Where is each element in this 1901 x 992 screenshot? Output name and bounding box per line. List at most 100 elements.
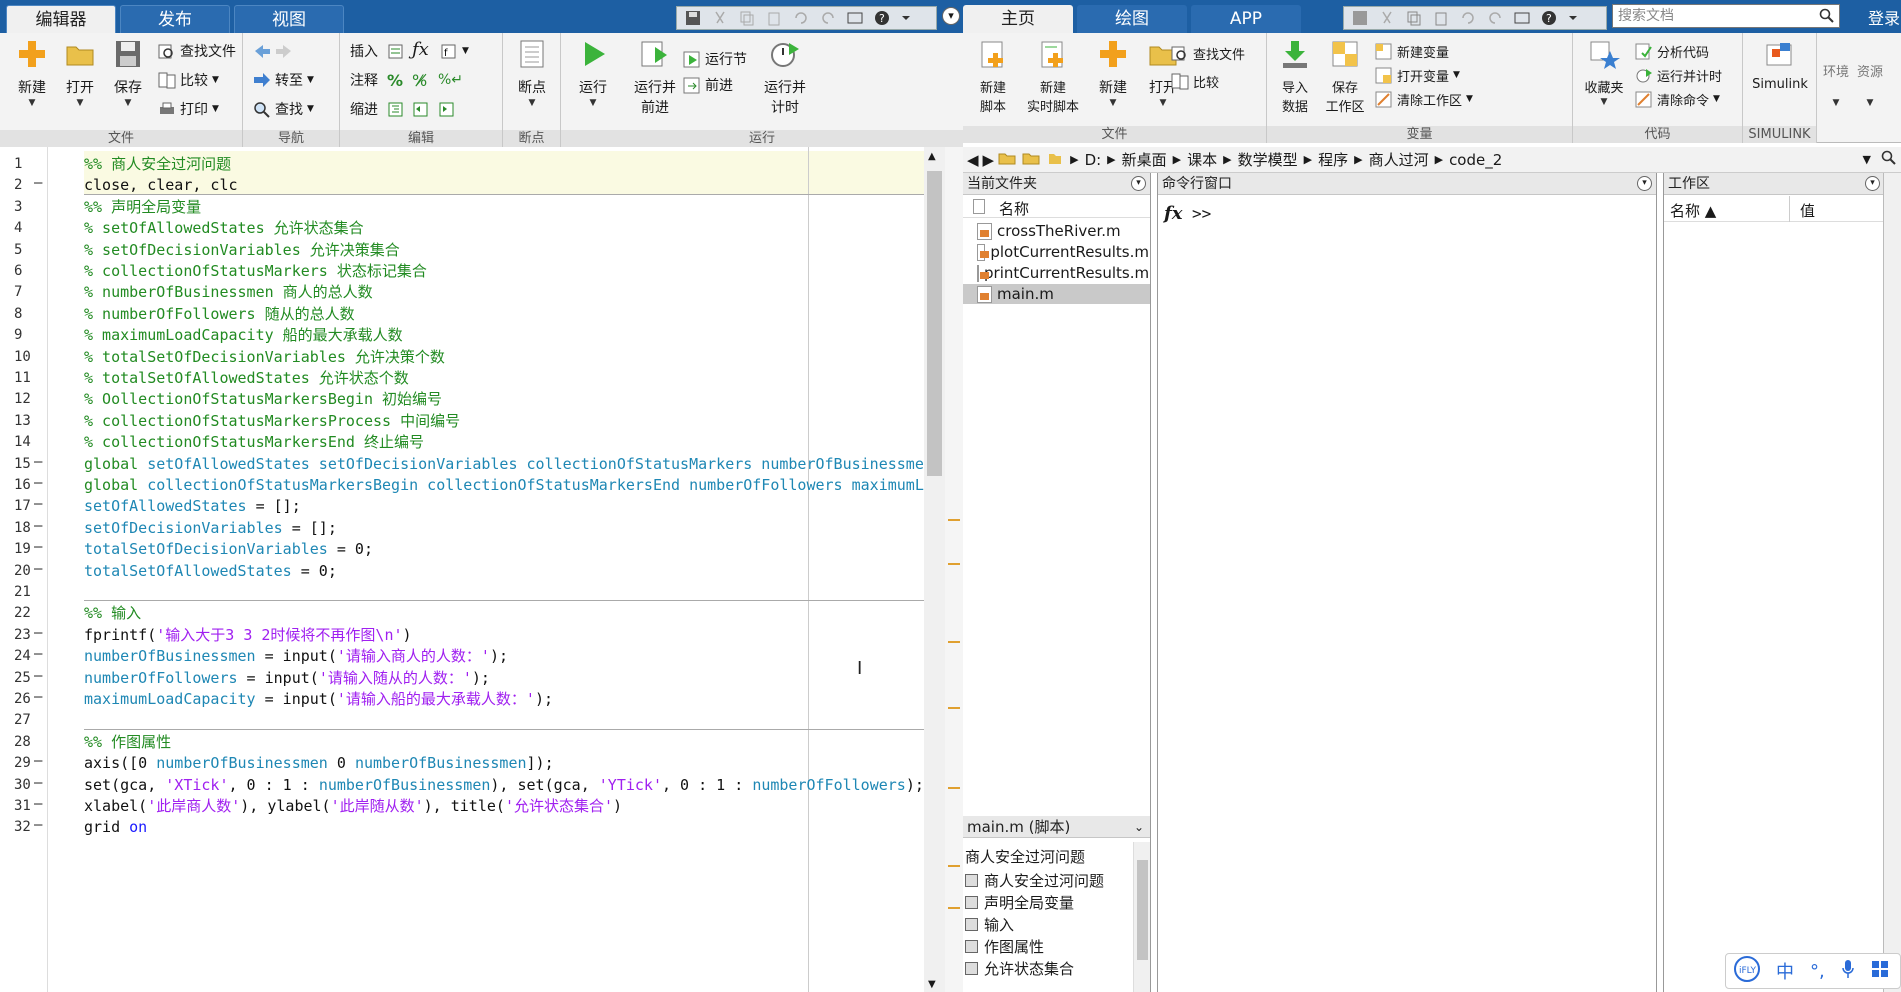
clear-commands-button[interactable]: 清除命令 ▼ [1635, 87, 1720, 111]
executable-line-marker[interactable]: — [34, 689, 42, 705]
tab-home[interactable]: 主页 [963, 5, 1073, 33]
insert-section-icon[interactable] [387, 39, 405, 63]
breadcrumb-item[interactable]: 新桌面 [1122, 149, 1167, 170]
section-item[interactable]: 作图属性 [965, 936, 1044, 957]
cut-icon[interactable] [712, 10, 730, 26]
warning-marker[interactable] [948, 563, 960, 565]
code-editor[interactable]: 1 2—3 4 5 6 7 8 9 10 11 12 13 14 15—16—17—18—19—20—21… [0, 147, 963, 992]
chevron-down-icon[interactable]: ▼ [104, 98, 152, 108]
forward-arrow-icon[interactable]: ▶ [983, 151, 995, 169]
executable-line-marker[interactable]: — [34, 775, 42, 791]
code-line[interactable]: totalSetOfAllowedStates = 0; [84, 558, 337, 584]
code-area[interactable]: %% 商人安全过河问题 close, clear, clc %% 声明全局变量 % s… [48, 147, 924, 992]
executable-line-marker[interactable]: — [34, 454, 42, 470]
line-number-gutter[interactable]: 1 2—3 4 5 6 7 8 9 10 11 12 13 14 15—16—17—18—19—20—21… [0, 147, 48, 992]
column-divider[interactable] [1789, 196, 1790, 222]
command-prompt[interactable]: >> [1192, 204, 1211, 223]
save-button[interactable]: 保存 ▼ [104, 39, 152, 108]
copy-icon[interactable] [739, 10, 757, 26]
home-new-button[interactable]: 新建 ▼ [1089, 39, 1137, 108]
smart-indent-icon[interactable] [387, 97, 405, 121]
chevron-down-icon[interactable]: ▼ [8, 98, 56, 108]
help-icon[interactable]: ? [1541, 10, 1559, 26]
new-live-script-button[interactable]: 新建 实时脚本 [1021, 39, 1085, 115]
simulink-button[interactable]: Simulink [1747, 39, 1813, 92]
chevron-down-icon[interactable]: ▼ [569, 98, 617, 108]
code-line[interactable]: maximumLoadCapacity = input('请输入船的最大承载人数… [84, 686, 553, 712]
workspace-value-column[interactable]: 值 [1800, 200, 1815, 221]
cut-icon[interactable] [1379, 10, 1397, 26]
executable-line-marker[interactable]: — [34, 561, 42, 577]
resources-button[interactable]: 资源 ▼ [1855, 61, 1885, 108]
chevron-down-icon[interactable]: ▼ [1575, 97, 1633, 107]
chevron-down-icon[interactable]: ▼ [212, 104, 219, 114]
home-compare-button[interactable]: 比较 [1171, 69, 1219, 93]
command-window-panel[interactable]: 命令行窗口 ▾ fx >> [1157, 173, 1657, 992]
back-forward-buttons[interactable] [253, 39, 293, 63]
breadcrumb-item[interactable]: 商人过河 [1369, 149, 1429, 170]
scroll-down-icon[interactable]: ▼ [928, 979, 936, 990]
back-arrow-icon[interactable] [253, 43, 271, 60]
new-variable-button[interactable]: 新建变量 [1375, 39, 1449, 63]
workspace-table-header[interactable]: 名称 ▲ 值 [1664, 196, 1884, 222]
import-data-button[interactable]: 导入 数据 [1271, 39, 1319, 115]
chevron-down-icon[interactable]: ▼ [56, 98, 104, 108]
save-icon[interactable] [685, 10, 703, 26]
file-item[interactable]: crossTheRiver.m [977, 221, 1149, 241]
login-link[interactable]: 登录 [1868, 5, 1900, 29]
new-button[interactable]: 新建 ▼ [8, 39, 56, 108]
workspace-name-column[interactable]: 名称 ▲ [1670, 200, 1716, 221]
favorites-button[interactable]: 收藏夹 ▼ [1575, 39, 1633, 107]
line-number[interactable]: 32— [0, 814, 48, 840]
find-button[interactable]: 查找 ▼ [253, 97, 314, 121]
undo-icon[interactable] [793, 10, 811, 26]
editor-vertical-scrollbar[interactable]: ▲ ▼ [924, 147, 945, 992]
home-run-time-button[interactable]: 运行并计时 [1635, 63, 1722, 87]
save-workspace-button[interactable]: 保存 工作区 [1321, 39, 1369, 115]
paste-icon[interactable] [1433, 10, 1451, 26]
scrollbar-thumb[interactable] [1137, 860, 1148, 960]
uncomment-icon[interactable]: %̸ [412, 68, 427, 92]
file-item[interactable]: printCurrentResults.m [977, 263, 1149, 283]
breakpoints-button[interactable]: 断点 ▼ [508, 39, 556, 108]
chevron-down-icon[interactable]: ▼ [1466, 94, 1473, 104]
search-icon[interactable] [1819, 8, 1835, 24]
section-item[interactable]: 允许状态集合 [965, 958, 1074, 979]
code-line[interactable]: xlabel('此岸商人数'), ylabel('此岸随从数'), title(… [84, 793, 622, 819]
ime-menu-icon[interactable] [1871, 960, 1889, 983]
executable-line-marker[interactable]: — [34, 753, 42, 769]
up-folder-icon[interactable] [998, 151, 1016, 169]
advance-button[interactable]: 前进 [683, 73, 733, 97]
chevron-down-icon[interactable]: ⌄ [1134, 816, 1144, 838]
tab-publish[interactable]: 发布 [120, 5, 230, 33]
chevron-down-icon[interactable]: ▼ [307, 104, 314, 114]
chevron-down-icon[interactable]: ▼ [1855, 98, 1885, 108]
breadcrumb-item[interactable]: 程序 [1318, 149, 1348, 170]
increase-indent-icon[interactable] [412, 97, 430, 121]
insert-function-icon[interactable]: f ▼ [440, 39, 469, 63]
file-list-header[interactable]: 名称 [963, 196, 1150, 218]
clear-workspace-button[interactable]: 清除工作区 ▼ [1375, 87, 1473, 111]
run-and-time-button[interactable]: 运行并 计时 [757, 39, 813, 117]
warning-marker[interactable] [948, 641, 960, 643]
executable-line-marker[interactable]: — [34, 796, 42, 812]
warning-marker[interactable] [948, 519, 960, 521]
switch-windows-icon[interactable] [1514, 10, 1532, 26]
redo-icon[interactable] [820, 10, 838, 26]
executable-line-marker[interactable]: — [34, 518, 42, 534]
chevron-down-icon[interactable]: ▼ [307, 75, 314, 85]
file-item[interactable]: plotCurrentResults.m [977, 242, 1149, 262]
warning-marker[interactable] [948, 707, 960, 709]
executable-line-marker[interactable]: — [34, 668, 42, 684]
microphone-icon[interactable] [1841, 959, 1855, 984]
undo-icon[interactable] [1460, 10, 1478, 26]
new-script-button[interactable]: 新建 脚本 [967, 39, 1019, 115]
print-button[interactable]: 打印 ▼ [158, 97, 219, 121]
run-section-button[interactable]: 运行节 [683, 47, 747, 71]
chevron-down-icon[interactable]: ▼ [1863, 153, 1871, 166]
warning-marker[interactable] [948, 865, 960, 867]
paste-icon[interactable] [766, 10, 784, 26]
executable-line-marker[interactable]: — [34, 496, 42, 512]
warning-marker[interactable] [948, 907, 960, 909]
executable-line-marker[interactable]: — [34, 817, 42, 833]
